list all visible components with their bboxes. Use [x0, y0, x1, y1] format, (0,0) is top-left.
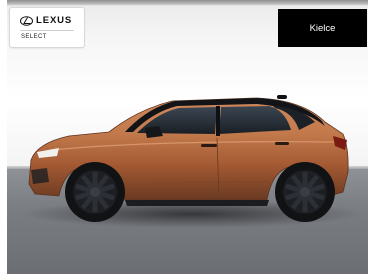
brand-wordmark: LEXUS [36, 15, 73, 26]
location-button[interactable]: Kielce [278, 9, 367, 47]
lexus-logo-icon [20, 16, 33, 26]
lexus-select-logo[interactable]: LEXUS SELECT [10, 8, 84, 47]
logo-row: LEXUS [20, 14, 72, 28]
logo-divider [20, 30, 74, 31]
brand-program: SELECT [21, 34, 47, 40]
